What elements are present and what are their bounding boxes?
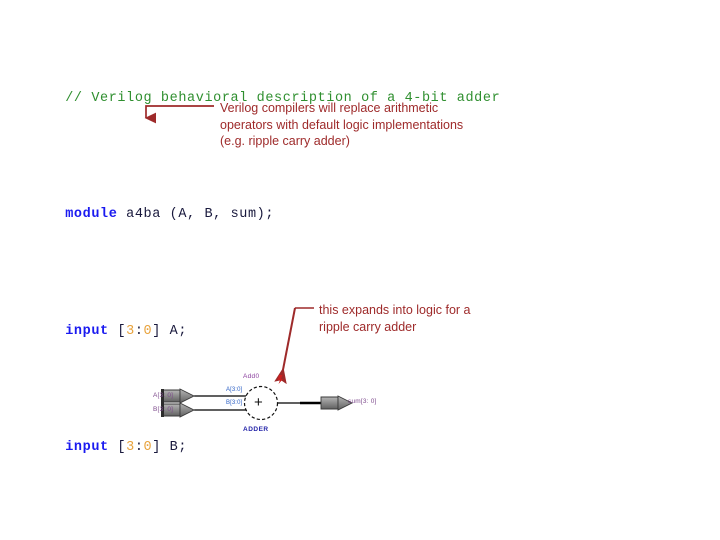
- code-token-port-a: A;: [169, 323, 188, 339]
- code-token-keyword-module: module: [65, 207, 118, 223]
- code-token-keyword-input-a: input: [65, 323, 109, 339]
- code-token-bracket-close-b: ]: [152, 439, 170, 455]
- port-label-a: A[3: 0]: [153, 392, 174, 399]
- adder-operator-glyph: +: [254, 394, 263, 411]
- code-token-lsb-b: 0: [143, 439, 153, 455]
- port-label-b: B[3: 0]: [153, 406, 174, 413]
- code-token-module-name: a4ba: [117, 207, 170, 223]
- code-token-module-ports: (A, B, sum);: [169, 207, 275, 223]
- adder-instance-label: Add0: [243, 373, 260, 380]
- code-token-bracket-close-a: ]: [152, 323, 170, 339]
- annotation-arithmetic-operators: Verilog compilers will replace arithmeti…: [220, 101, 464, 148]
- code-token-colon-b: :: [134, 439, 144, 455]
- annotation-ripple-carry: this expands into logic for a ripple car…: [319, 303, 471, 334]
- port-label-sum: sum[3: 0]: [348, 398, 377, 405]
- code-token-msb-a: 3: [126, 323, 135, 339]
- pin-label-a: A[3:0]: [226, 387, 243, 393]
- adder-symbol-label: ADDER: [243, 426, 269, 433]
- slide-canvas: // Verilog behavioral description of a 4…: [0, 0, 720, 540]
- code-token-bracket-open-a: [: [108, 323, 127, 339]
- code-token-bracket-open-b: [: [108, 439, 127, 455]
- code-token-port-b: B;: [169, 439, 188, 455]
- code-line-output-sum: output [3:0] sum;: [13, 535, 500, 540]
- code-token-colon-a: :: [134, 323, 144, 339]
- verilog-code-block: // Verilog behavioral description of a 4…: [13, 11, 500, 540]
- pin-label-b: B[3:0]: [226, 400, 243, 406]
- code-token-lsb-a: 0: [143, 323, 153, 339]
- code-line-module: module a4ba (A, B, sum);: [13, 186, 500, 244]
- code-token-msb-b: 3: [126, 439, 135, 455]
- code-token-keyword-input-b: input: [65, 439, 109, 455]
